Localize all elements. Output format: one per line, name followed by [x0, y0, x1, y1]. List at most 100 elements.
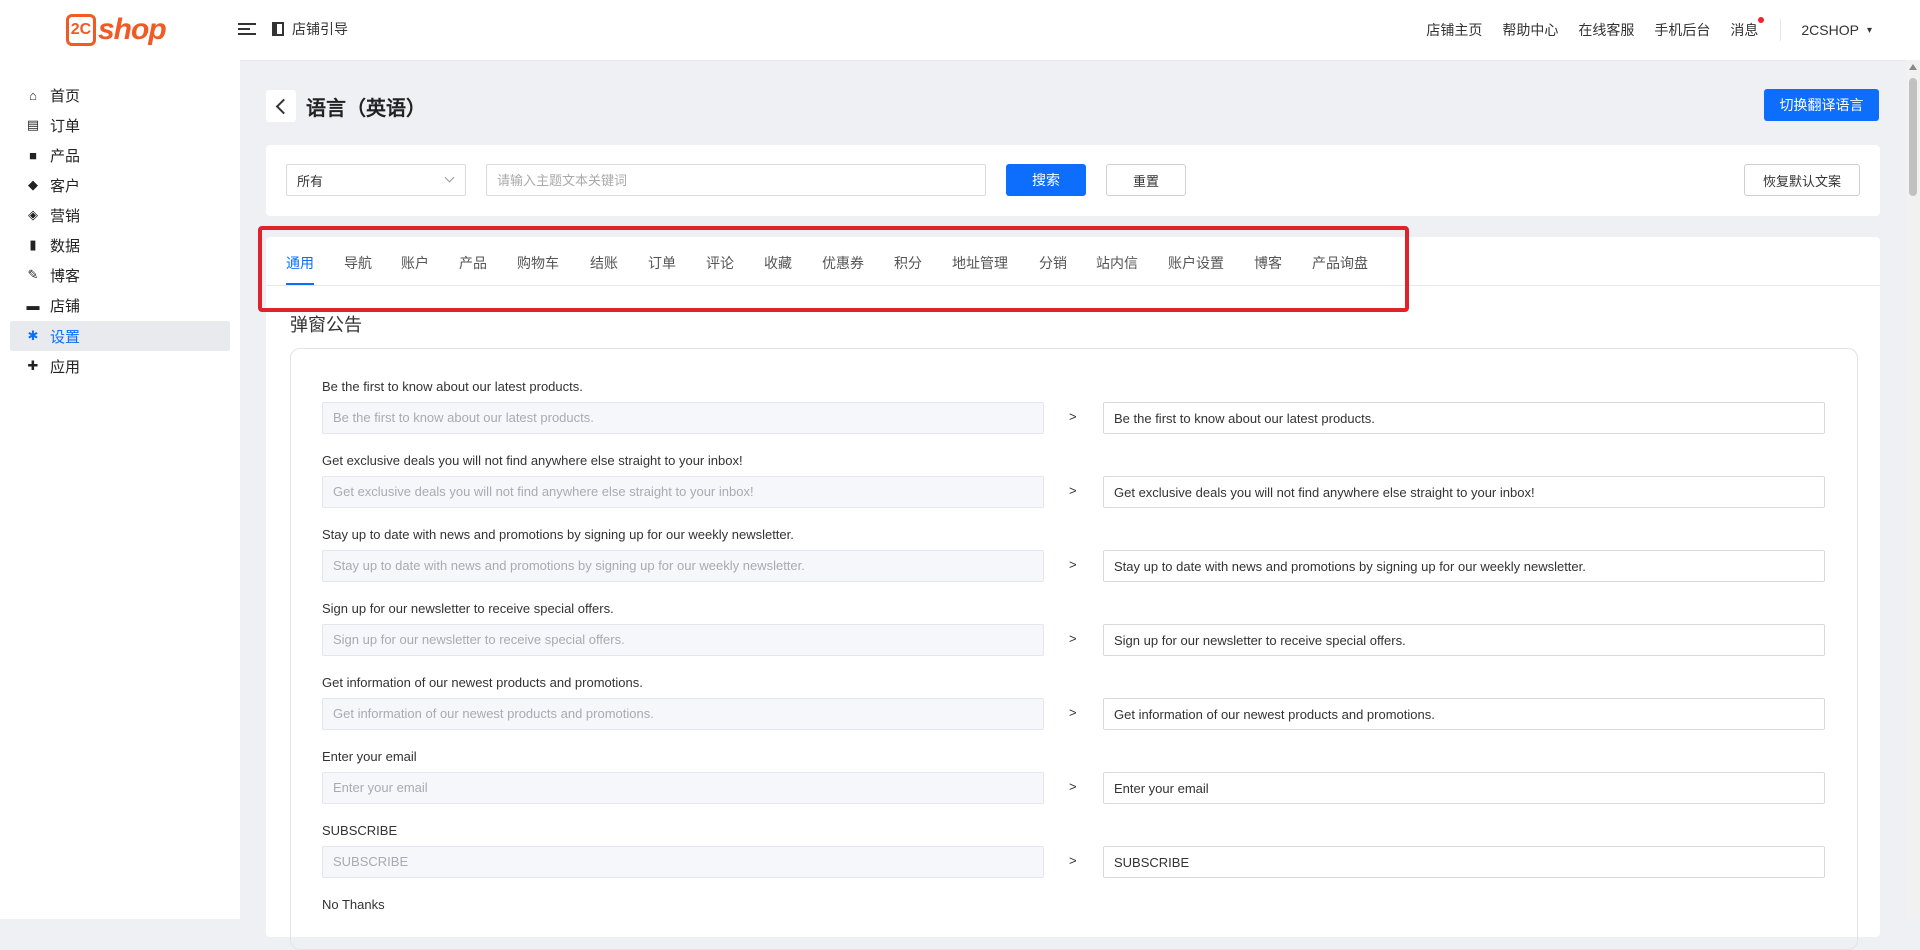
source-text: SUBSCRIBE [322, 846, 1044, 878]
sidebar-item-settings[interactable]: ✱ 设置 [10, 321, 230, 351]
arrow-separator: > [1069, 853, 1077, 868]
translation-input[interactable] [1103, 846, 1825, 878]
category-select[interactable]: 所有 [286, 164, 466, 196]
chevron-left-icon [275, 98, 291, 114]
source-text: Enter your email [322, 772, 1044, 804]
bar-chart-icon: ▮ [29, 237, 37, 252]
sidebar-item-products[interactable]: ■ 产品 [10, 140, 230, 170]
header-links: 店铺主页 帮助中心 在线客服 手机后台 消息 2CSHOP ▾ [1426, 0, 1920, 60]
field-label: Get exclusive deals you will not find an… [322, 453, 743, 468]
translation-input[interactable] [1103, 698, 1825, 730]
chevron-down-icon [444, 172, 455, 183]
tab-orders[interactable]: 订单 [648, 253, 676, 285]
arrow-separator: > [1069, 631, 1077, 646]
sidebar-item-home[interactable]: ⌂ 首页 [10, 80, 230, 110]
search-button[interactable]: 搜索 [1006, 164, 1086, 196]
source-text: Sign up for our newsletter to receive sp… [322, 624, 1044, 656]
sidebar-item-apps[interactable]: ✚ 应用 [10, 351, 230, 381]
store-icon: ▬ [26, 297, 40, 313]
translation-row: SUBSCRIBE SUBSCRIBE > [322, 821, 1828, 878]
messages-label: 消息 [1730, 22, 1759, 38]
user-menu[interactable]: 2CSHOP ▾ [1801, 22, 1872, 38]
sidebar-item-label: 营销 [50, 207, 81, 225]
clipboard-icon: ▤ [26, 117, 40, 132]
home-icon: ⌂ [29, 87, 37, 103]
translation-row: Sign up for our newsletter to receive sp… [322, 599, 1828, 656]
tab-bar: 通用 导航 账户 产品 购物车 结账 订单 评论 收藏 优惠券 积分 地址管理 … [266, 237, 1880, 286]
sidebar-item-label: 产品 [50, 147, 81, 165]
translation-row: Stay up to date with news and promotions… [322, 525, 1828, 582]
logo-mark: 2C [66, 14, 96, 46]
tab-general[interactable]: 通用 [286, 253, 314, 285]
sidebar-item-label: 首页 [50, 87, 81, 105]
tab-address[interactable]: 地址管理 [952, 253, 1008, 285]
tab-account-settings[interactable]: 账户设置 [1168, 253, 1224, 285]
page-title: 语言（英语） [306, 97, 426, 120]
restore-default-button[interactable]: 恢复默认文案 [1744, 164, 1860, 196]
translation-input[interactable] [1103, 772, 1825, 804]
translation-fields-panel: Be the first to know about our latest pr… [290, 348, 1858, 950]
store-guide-link[interactable]: 店铺引导 [272, 19, 348, 39]
sidebar-item-label: 店铺 [50, 297, 81, 315]
tab-cart[interactable]: 购物车 [517, 253, 559, 285]
help-center-link[interactable]: 帮助中心 [1502, 20, 1558, 40]
back-button[interactable] [266, 90, 296, 122]
arrow-separator: > [1069, 483, 1077, 498]
tab-products[interactable]: 产品 [459, 253, 487, 285]
tab-reviews[interactable]: 评论 [706, 253, 734, 285]
sidebar-item-orders[interactable]: ▤ 订单 [10, 110, 230, 140]
store-home-link[interactable]: 店铺主页 [1426, 20, 1482, 40]
translation-input[interactable] [1103, 476, 1825, 508]
logo-text: shop [98, 13, 167, 46]
scroll-up-arrow-icon[interactable] [1909, 64, 1917, 70]
sidebar-item-marketing[interactable]: ◈ 营销 [10, 200, 230, 230]
tab-favorites[interactable]: 收藏 [764, 253, 792, 285]
tab-navigation[interactable]: 导航 [344, 253, 372, 285]
translation-input[interactable] [1103, 402, 1825, 434]
field-label: Stay up to date with news and promotions… [322, 527, 794, 542]
arrow-separator: > [1069, 409, 1077, 424]
reset-button[interactable]: 重置 [1106, 164, 1186, 196]
sidebar-item-label: 数据 [50, 237, 81, 255]
tab-checkout[interactable]: 结账 [590, 253, 618, 285]
header-divider [1780, 19, 1782, 41]
tab-distribution[interactable]: 分销 [1039, 253, 1067, 285]
tab-points[interactable]: 积分 [894, 253, 922, 285]
sidebar-item-label: 设置 [50, 328, 81, 346]
page-header: 语言（英语） [266, 88, 426, 124]
tab-blog[interactable]: 博客 [1254, 253, 1282, 285]
sidebar-item-blog[interactable]: ✎ 博客 [10, 260, 230, 290]
source-text: Get information of our newest products a… [322, 698, 1044, 730]
mobile-admin-link[interactable]: 手机后台 [1654, 20, 1710, 40]
tab-inbox[interactable]: 站内信 [1096, 253, 1138, 285]
switch-language-button[interactable]: 切换翻译语言 [1764, 89, 1879, 121]
sidebar-item-data[interactable]: ▮ 数据 [10, 230, 230, 260]
translation-row: Be the first to know about our latest pr… [322, 377, 1828, 434]
sidebar-item-label: 客户 [50, 177, 81, 195]
sidebar: ⌂ 首页 ▤ 订单 ■ 产品 ◆ 客户 ◈ 营销 ▮ 数据 ✎ 博客 ▬ 店铺 ✱ 设置 ✚ 应用 [0, 60, 240, 919]
tag-icon: ◈ [28, 207, 38, 222]
messages-link[interactable]: 消息 [1730, 17, 1765, 40]
translation-row: Get information of our newest products a… [322, 673, 1828, 730]
arrow-separator: > [1069, 705, 1077, 720]
translation-row: Enter your email Enter your email > [322, 747, 1828, 804]
keyword-search-input[interactable] [486, 164, 986, 196]
page-scrollbar[interactable] [1906, 60, 1920, 919]
arrow-separator: > [1069, 557, 1077, 572]
user-name: 2CSHOP [1801, 22, 1859, 38]
translation-input[interactable] [1103, 550, 1825, 582]
tab-coupons[interactable]: 优惠券 [822, 253, 864, 285]
tab-account[interactable]: 账户 [401, 253, 429, 285]
scrollbar-thumb[interactable] [1909, 78, 1917, 196]
field-label: Be the first to know about our latest pr… [322, 379, 583, 394]
menu-toggle-icon[interactable] [238, 20, 256, 38]
category-select-value: 所有 [297, 173, 324, 189]
sidebar-item-customers[interactable]: ◆ 客户 [10, 170, 230, 200]
tab-product-inquiry[interactable]: 产品询盘 [1312, 253, 1368, 285]
field-label: No Thanks [322, 897, 385, 912]
logo[interactable]: 2C shop [66, 10, 167, 50]
section-title: 弹窗公告 [290, 315, 362, 335]
online-service-link[interactable]: 在线客服 [1578, 20, 1634, 40]
translation-input[interactable] [1103, 624, 1825, 656]
sidebar-item-store[interactable]: ▬ 店铺 [10, 290, 230, 320]
